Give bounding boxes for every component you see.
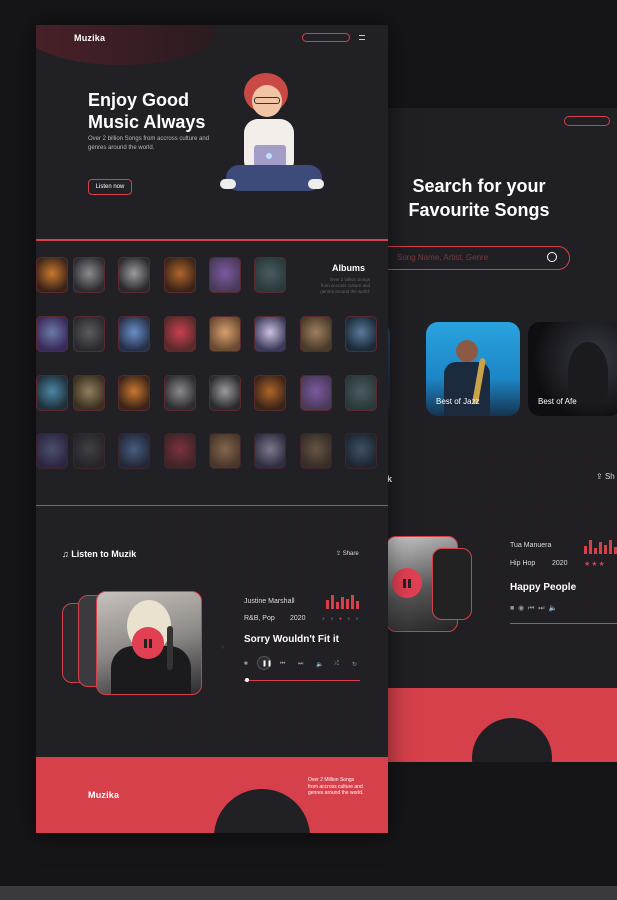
forward-icon[interactable]: ⏭ <box>298 661 303 668</box>
playlist-card-best-of-afe[interactable]: Best of Afe <box>528 322 617 416</box>
progress-bar[interactable] <box>244 680 360 681</box>
section-divider <box>36 505 388 506</box>
footer-description: Over 2 Million Songs from accross cultur… <box>308 777 364 796</box>
hero-shape <box>36 25 216 65</box>
album-tile[interactable] <box>209 257 241 293</box>
album-tile[interactable] <box>73 375 105 411</box>
search-placeholder: Song Name, Artist, Genre <box>397 253 489 262</box>
repeat-icon[interactable]: ↻ <box>352 661 357 668</box>
album-tile[interactable] <box>164 433 196 469</box>
album-tile[interactable] <box>209 433 241 469</box>
album-tile[interactable] <box>254 375 286 411</box>
progress-handle[interactable] <box>245 678 249 682</box>
progress-bar[interactable] <box>510 623 617 624</box>
rating-dots[interactable]: ● ● ● ● ● <box>322 616 361 622</box>
album-tile[interactable] <box>254 433 286 469</box>
showcase-canvas: Search for your Favourite Songs Song Nam… <box>0 0 617 900</box>
song-title: Sorry Wouldn't Fit it <box>244 634 339 645</box>
album-tile[interactable] <box>300 433 332 469</box>
album-tile[interactable] <box>73 316 105 352</box>
genre-label: R&B, Pop <box>244 615 275 622</box>
album-tile[interactable] <box>300 375 332 411</box>
album-tile[interactable] <box>36 433 68 469</box>
pause-button[interactable] <box>132 627 164 659</box>
footer-logo[interactable]: Muzika <box>88 790 119 800</box>
volume-icon[interactable]: 🔈 <box>316 661 323 668</box>
album-tile[interactable] <box>118 316 150 352</box>
equalizer-icon <box>326 593 362 609</box>
search-page-panel: Search for your Favourite Songs Song Nam… <box>386 108 617 762</box>
home-page-panel: Muzika Enjoy Good Music Always Over 2 bi… <box>36 25 388 833</box>
artist-name: Tua Manuera <box>510 542 552 549</box>
nav-search-pill[interactable] <box>302 33 350 42</box>
album-tile[interactable] <box>164 375 196 411</box>
year-label: 2020 <box>290 615 306 622</box>
footer: Muzika Over 2 Million Songs from accross… <box>36 757 388 833</box>
card-label: Best of Afe <box>538 397 577 406</box>
stop-icon[interactable]: ■ <box>244 661 248 667</box>
character-illustration <box>220 69 340 229</box>
album-tile[interactable] <box>254 257 286 293</box>
album-tile[interactable] <box>345 375 377 411</box>
album-tile[interactable] <box>36 316 68 352</box>
listen-section-heading: ♫ Listen to Muzik <box>62 549 137 559</box>
search-icon[interactable] <box>547 252 557 262</box>
shuffle-icon[interactable]: ⤮ <box>334 661 339 668</box>
song-title: Happy People <box>510 582 577 593</box>
album-tile[interactable] <box>345 316 377 352</box>
listen-now-button[interactable]: Listen now <box>88 179 132 195</box>
album-tile[interactable] <box>73 433 105 469</box>
rewind-icon[interactable]: ⏮ <box>280 661 285 668</box>
equalizer-icon <box>584 538 617 554</box>
album-tile[interactable] <box>345 433 377 469</box>
hero-subtitle: Over 2 billion Songs from accross cultur… <box>88 136 210 151</box>
card-label: Best of Jazz <box>436 397 480 406</box>
genre-label: Hip Hop <box>510 560 536 567</box>
hero-title: Enjoy Good Music Always <box>88 90 206 132</box>
playlist-card-best-of-jazz[interactable]: Best of Jazz <box>426 322 520 416</box>
album-tile[interactable] <box>164 316 196 352</box>
album-tile[interactable] <box>164 257 196 293</box>
rating-stars[interactable]: ★★★ <box>584 560 606 568</box>
player-controls[interactable]: ■ ◉ ⏮ ⏭ 🔈 <box>510 604 557 613</box>
pause-control[interactable]: ❚❚ <box>257 656 272 670</box>
album-tile[interactable] <box>118 257 150 293</box>
share-button[interactable]: ⇪ Share <box>336 550 359 557</box>
singer-silhouette <box>568 342 608 402</box>
album-tile[interactable] <box>73 257 105 293</box>
bottom-strip <box>0 886 617 900</box>
album-tile[interactable] <box>36 375 68 411</box>
album-tile[interactable] <box>118 433 150 469</box>
year-label: 2020 <box>552 560 568 567</box>
footer-shape <box>214 789 310 833</box>
albums-heading: Albums <box>332 263 366 273</box>
album-tile[interactable] <box>36 257 68 293</box>
pause-button[interactable] <box>392 568 422 598</box>
artist-head <box>456 340 478 362</box>
footer-band <box>386 688 617 762</box>
album-tile[interactable] <box>209 316 241 352</box>
prev-arrow-icon[interactable]: ‹ <box>222 645 224 651</box>
nav-search-pill[interactable] <box>564 116 610 126</box>
hero-divider <box>36 239 388 241</box>
logo[interactable]: Muzika <box>74 33 105 43</box>
album-tile[interactable] <box>209 375 241 411</box>
artist-name: Justine Marshall <box>244 598 295 605</box>
album-art-stack <box>432 548 472 620</box>
song-search-input[interactable]: Song Name, Artist, Genre <box>386 246 570 270</box>
albums-description: Over 2 billion Songs from accross cultur… <box>320 277 370 294</box>
share-button[interactable]: ⇪ Sh <box>596 472 615 481</box>
album-tile[interactable] <box>118 375 150 411</box>
search-page-title: Search for your Favourite Songs <box>408 176 550 220</box>
menu-icon[interactable] <box>359 35 365 40</box>
album-tile[interactable] <box>254 316 286 352</box>
album-tile[interactable] <box>300 316 332 352</box>
